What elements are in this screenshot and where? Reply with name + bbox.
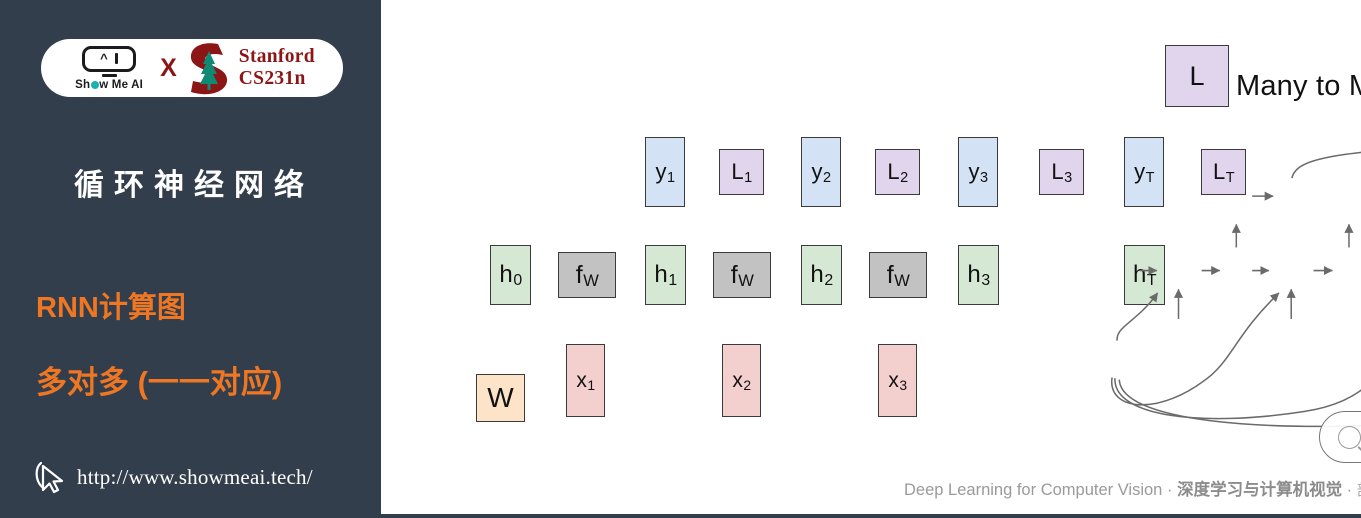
site-url-text: http://www.showmeai.tech/ bbox=[77, 464, 313, 489]
showmeai-word-part-a: Sh bbox=[75, 78, 91, 91]
node-h1: h1 bbox=[645, 245, 686, 305]
footer-dot-2: · bbox=[1346, 481, 1353, 499]
site-url-row[interactable]: http://www.showmeai.tech/ bbox=[34, 460, 313, 494]
showmeai-screen-icon: ^ bbox=[82, 45, 137, 72]
cross-symbol: X bbox=[160, 53, 177, 82]
page-title: 循环神经网络 bbox=[74, 169, 314, 202]
showmeai-wordmark: Sh w Me AI bbox=[75, 79, 143, 91]
showmeai-bar-glyph bbox=[114, 53, 119, 64]
footer-credits: Deep Learning for Computer Vision · 深度学习… bbox=[756, 476, 1361, 500]
sidebar: ^ Sh w Me AI X Stanford CS231n 循环神经网络 RN… bbox=[0, 0, 378, 518]
footer-zh: 深度学习与计算机视觉 bbox=[1177, 481, 1343, 499]
node-x1: x1 bbox=[566, 344, 605, 417]
node-y1: y1 bbox=[645, 137, 685, 207]
stanford-logo: Stanford CS231n bbox=[188, 41, 315, 96]
footer-dot-1: · bbox=[1166, 481, 1173, 499]
cursor-icon bbox=[35, 461, 64, 494]
diagram-arrows bbox=[1111, 151, 1361, 428]
search-icon bbox=[1338, 425, 1361, 449]
subtitle-secondary: 多对多 (一一对应) bbox=[36, 365, 283, 400]
showmeai-dot-icon bbox=[90, 80, 99, 89]
logo-pill: ^ Sh w Me AI X Stanford CS231n bbox=[41, 39, 343, 97]
node-fw1: fW bbox=[558, 252, 616, 298]
stanford-line-1: Stanford bbox=[238, 46, 315, 68]
stanford-s-icon bbox=[188, 41, 230, 96]
slide-root: ^ Sh w Me AI X Stanford CS231n 循环神经网络 RN… bbox=[0, 0, 1361, 518]
node-W: W bbox=[476, 374, 525, 422]
footer-note: 部分图片来源于斯坦福CS231n课件 bbox=[1357, 482, 1361, 499]
showmeai-caret-glyph: ^ bbox=[100, 51, 108, 66]
stanford-line-2: CS231n bbox=[238, 68, 306, 89]
footer-en: Deep Learning for Computer Vision bbox=[904, 481, 1163, 499]
showmeai-logo: ^ Sh w Me AI bbox=[69, 45, 149, 91]
node-h0: h0 bbox=[490, 245, 531, 305]
stanford-text: Stanford CS231n bbox=[239, 46, 315, 90]
showmeai-word-part-b: w Me AI bbox=[99, 78, 144, 91]
diagram-panel: Many to Many h0fWh1fWh2fWh3hTx1x2x3Wy1y2… bbox=[378, 0, 1361, 518]
subtitle-primary: RNN计算图 bbox=[36, 292, 186, 324]
showmeai-stand bbox=[101, 73, 117, 77]
